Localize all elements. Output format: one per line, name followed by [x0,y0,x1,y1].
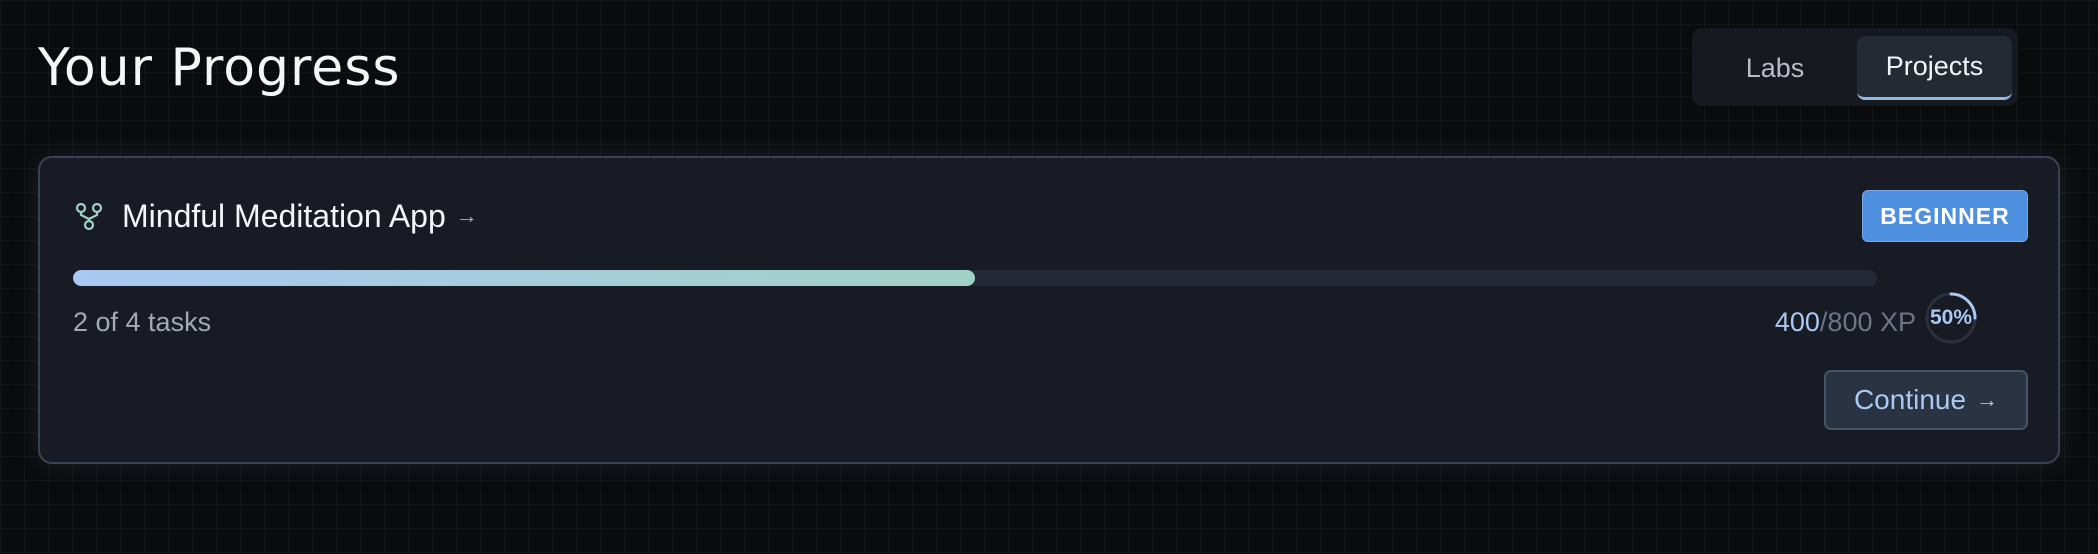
project-branch-icon [75,202,103,231]
view-tabs: Labs Projects [1692,28,2018,106]
xp-progress: 400/800 XP [1775,304,1916,340]
project-card: Mindful Meditation App → BEGINNER 2 of 4… [38,156,2060,464]
tab-labs[interactable]: Labs [1700,36,1850,100]
arrow-right-icon: → [1976,387,1999,412]
percent-complete: 50% [1929,306,1973,329]
tasks-count: 2 of 4 tasks [73,307,212,337]
xp-current: 400 [1774,307,1820,337]
project-title: Mindful Meditation App [122,198,446,234]
arrow-right-icon: → [455,203,478,228]
project-title-link[interactable]: Mindful Meditation App → [122,194,478,238]
progress-bar-fill [73,270,975,286]
continue-label: Continue [1853,384,1967,415]
xp-total: /800 XP [1819,307,1916,337]
tab-projects[interactable]: Projects [1857,36,2012,100]
difficulty-badge: BEGINNER [1862,190,2028,242]
continue-button[interactable]: Continue → [1824,370,2028,430]
page-title: Your Progress [38,38,401,98]
progress-bar [73,270,1877,286]
